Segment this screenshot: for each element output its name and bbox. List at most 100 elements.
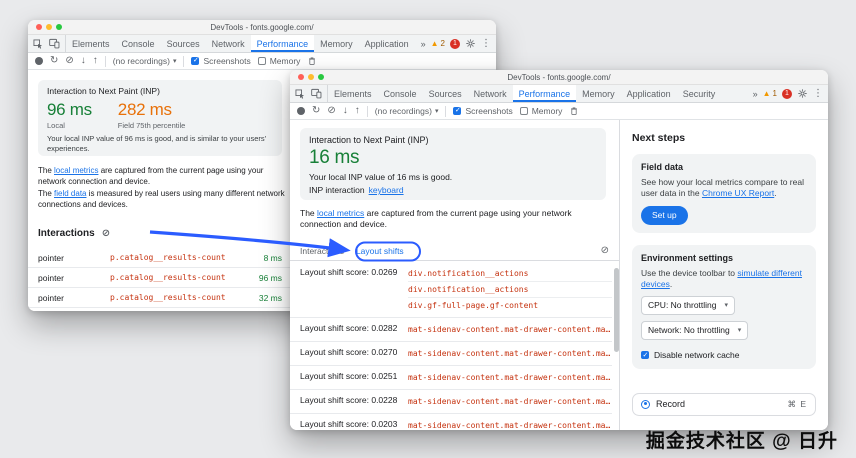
- cpu-throttling-select[interactable]: CPU: No throttling ▾: [641, 295, 736, 315]
- tab-memory[interactable]: Memory: [576, 85, 621, 102]
- load-profile-icon[interactable]: ↓: [343, 106, 348, 116]
- layout-shift-row[interactable]: Layout shift score: 0.0251 mat-sidenav-c…: [290, 366, 612, 390]
- record-and-reload-icon[interactable]: ↻: [312, 106, 320, 116]
- screenshots-checkbox[interactable]: [191, 56, 200, 65]
- more-tabs-icon[interactable]: »: [421, 39, 426, 49]
- screenshots-checkbox-row[interactable]: Screenshots: [453, 106, 513, 116]
- scrollbar[interactable]: [613, 262, 619, 428]
- settings-gear-icon[interactable]: [465, 38, 476, 49]
- clear-interactions-icon[interactable]: ⊘: [102, 228, 110, 239]
- local-inp-label: Local: [47, 121, 65, 130]
- errors-badge[interactable]: 1: [450, 38, 460, 49]
- crux-report-link[interactable]: Chrome UX Report: [702, 188, 774, 198]
- disable-cache-checkbox[interactable]: [641, 350, 649, 361]
- tab-application[interactable]: Application: [621, 85, 677, 102]
- scrollbar-thumb[interactable]: [614, 268, 619, 352]
- errors-badge[interactable]: 1: [782, 88, 792, 99]
- layout-shift-row[interactable]: Layout shift score: 0.0203 mat-sidenav-c…: [290, 414, 612, 430]
- tab-layout-shifts[interactable]: Layout shifts: [356, 246, 404, 256]
- trash-icon[interactable]: [307, 56, 317, 66]
- chevron-down-icon: ▾: [172, 58, 177, 65]
- warnings-badge[interactable]: ▲ 2: [431, 39, 445, 48]
- save-profile-icon[interactable]: ↑: [93, 56, 98, 66]
- trash-icon[interactable]: [569, 106, 579, 116]
- memory-checkbox[interactable]: [257, 57, 266, 65]
- record-icon[interactable]: [297, 107, 305, 115]
- layout-shift-row[interactable]: Layout shift score: 0.0269 div.notificat…: [290, 262, 612, 318]
- kebab-menu-icon[interactable]: ⋮: [813, 88, 823, 99]
- screenshots-checkbox[interactable]: [453, 106, 462, 115]
- warnings-badge[interactable]: ▲ 1: [763, 89, 777, 98]
- disable-cache-row[interactable]: Disable network cache: [641, 350, 807, 361]
- close-window-button[interactable]: [36, 24, 42, 30]
- more-tabs-icon[interactable]: »: [753, 89, 758, 99]
- node-link[interactable]: mat-sidenav-content.mat-drawer-content.m…: [408, 346, 612, 361]
- tab-elements[interactable]: Elements: [66, 35, 116, 52]
- record-button[interactable]: Record ⌘ E: [632, 392, 816, 416]
- layout-shift-row[interactable]: Layout shift score: 0.0228 mat-sidenav-c…: [290, 390, 612, 414]
- inspect-element-icon[interactable]: [295, 89, 305, 99]
- memory-checkbox-row[interactable]: Memory: [519, 106, 562, 116]
- tab-sources[interactable]: Sources: [161, 35, 206, 52]
- node-link[interactable]: p.catalog__results-count: [110, 293, 232, 302]
- node-link[interactable]: p.catalog__results-count: [110, 253, 232, 262]
- tab-network[interactable]: Network: [468, 85, 513, 102]
- node-link[interactable]: div.notification__actions: [408, 281, 612, 297]
- chevron-down-icon: ▾: [737, 326, 742, 334]
- node-link[interactable]: div.notification__actions: [408, 266, 612, 281]
- record-icon[interactable]: [35, 57, 43, 65]
- clear-shifts-icon[interactable]: ⊘: [601, 246, 609, 256]
- zoom-window-button[interactable]: [318, 74, 324, 80]
- layout-shift-row[interactable]: Layout shift score: 0.0270 mat-sidenav-c…: [290, 342, 612, 366]
- tab-network[interactable]: Network: [206, 35, 251, 52]
- device-toolbar-icon[interactable]: [311, 88, 322, 99]
- tab-performance[interactable]: Performance: [512, 85, 577, 102]
- minimize-window-button[interactable]: [46, 24, 52, 30]
- settings-gear-icon[interactable]: [797, 88, 808, 99]
- node-link[interactable]: div.gf-full-page.gf-content: [408, 297, 612, 313]
- tab-memory[interactable]: Memory: [314, 35, 359, 52]
- tab-sources[interactable]: Sources: [423, 85, 468, 102]
- node-link[interactable]: mat-sidenav-content.mat-drawer-content.m…: [408, 418, 612, 430]
- load-profile-icon[interactable]: ↓: [81, 56, 86, 66]
- clear-icon[interactable]: ⊘: [65, 56, 73, 66]
- inspect-element-icon[interactable]: [33, 39, 43, 49]
- record-and-reload-icon[interactable]: ↻: [50, 56, 58, 66]
- minimize-window-button[interactable]: [308, 74, 314, 80]
- node-link[interactable]: mat-sidenav-content.mat-drawer-content.m…: [408, 370, 612, 385]
- window-controls[interactable]: [36, 24, 62, 30]
- tab-security[interactable]: Security: [677, 85, 722, 102]
- recordings-dropdown[interactable]: (no recordings) ▾: [113, 56, 177, 66]
- tab-interactions[interactable]: Interactions: [300, 246, 344, 256]
- device-toolbar-icon[interactable]: [49, 38, 60, 49]
- memory-checkbox-row[interactable]: Memory: [257, 56, 300, 66]
- set-up-button[interactable]: Set up: [641, 206, 688, 225]
- inp-interaction-link[interactable]: keyboard: [369, 185, 404, 195]
- field-metric: 282 ms Field 75th percentile: [118, 100, 186, 130]
- field-data-link[interactable]: field data: [54, 189, 86, 198]
- tab-console[interactable]: Console: [116, 35, 161, 52]
- close-window-button[interactable]: [298, 74, 304, 80]
- local-metrics-link[interactable]: local metrics: [54, 166, 98, 175]
- layout-shift-row[interactable]: Layout shift score: 0.0282 mat-sidenav-c…: [290, 318, 612, 342]
- save-profile-icon[interactable]: ↑: [355, 106, 360, 116]
- node-link[interactable]: mat-sidenav-content.mat-drawer-content.m…: [408, 394, 612, 409]
- panel-icons: [290, 85, 328, 102]
- tab-performance[interactable]: Performance: [250, 35, 315, 52]
- view-tabs: Interactions Layout shifts ⊘: [290, 242, 619, 261]
- zoom-window-button[interactable]: [56, 24, 62, 30]
- clear-icon[interactable]: ⊘: [327, 106, 335, 116]
- memory-checkbox[interactable]: [519, 107, 528, 115]
- recordings-dropdown[interactable]: (no recordings) ▾: [375, 106, 439, 116]
- node-link[interactable]: mat-sidenav-content.mat-drawer-content.m…: [408, 322, 612, 337]
- kebab-menu-icon[interactable]: ⋮: [481, 38, 491, 49]
- node-link[interactable]: p.catalog__results-count: [110, 273, 232, 282]
- local-metrics-link[interactable]: local metrics: [317, 208, 364, 218]
- screenshots-checkbox-row[interactable]: Screenshots: [191, 56, 251, 66]
- field-inp-value: 282 ms: [117, 100, 172, 119]
- tab-elements[interactable]: Elements: [328, 85, 378, 102]
- network-throttling-select[interactable]: Network: No throttling ▾: [641, 320, 749, 340]
- window-controls[interactable]: [298, 74, 324, 80]
- tab-application[interactable]: Application: [359, 35, 415, 52]
- tab-console[interactable]: Console: [378, 85, 423, 102]
